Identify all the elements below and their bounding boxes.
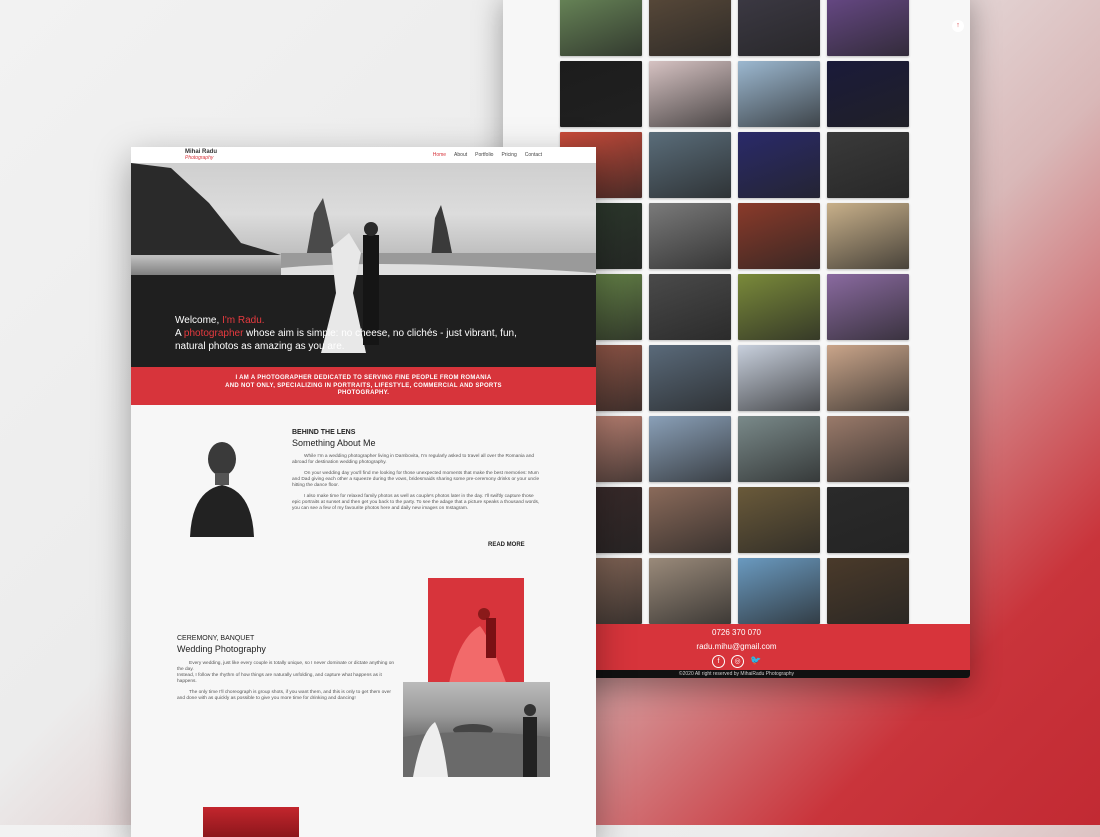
wedding-paragraph-1a: Every wedding, just like every couple is…: [177, 661, 395, 672]
gallery-photo[interactable]: [738, 558, 820, 624]
gallery-photo[interactable]: [827, 274, 909, 340]
twitter-icon[interactable]: 🐦: [750, 655, 761, 666]
about-eyebrow: BEHIND THE LENS: [292, 429, 356, 436]
gallery-photo[interactable]: [649, 416, 731, 482]
wedding-paragraph: Every wedding, just like every couple is…: [177, 661, 397, 685]
banner-line-3: PHOTOGRAPHY.: [337, 390, 390, 396]
gallery-photo[interactable]: [738, 345, 820, 411]
hero-line2-rest: whose aim is simple: no cheese, no clich…: [243, 328, 517, 339]
photographer-portrait: [186, 429, 258, 537]
gallery-photo[interactable]: [649, 0, 731, 56]
portfolio-gallery: [560, 0, 910, 624]
gallery-photo[interactable]: [649, 274, 731, 340]
gallery-photo[interactable]: [649, 487, 731, 553]
gallery-photo[interactable]: [649, 132, 731, 198]
wedding-paragraph: The only time I'll choreograph is group …: [177, 690, 391, 701]
hero-tagline: A photographer whose aim is simple: no c…: [175, 328, 517, 339]
gallery-photo[interactable]: [827, 416, 909, 482]
gallery-photo[interactable]: [560, 0, 642, 56]
read-more-link[interactable]: READ MORE: [488, 542, 525, 548]
nav-portfolio[interactable]: Portfolio: [475, 152, 493, 158]
hero-tagline-end: natural photos as amazing as you are.: [175, 341, 345, 352]
hero-line2-accent: photographer: [183, 328, 244, 339]
gallery-photo[interactable]: [649, 203, 731, 269]
navbar: Mihai Radu Photography Home About Portfo…: [131, 147, 596, 163]
facebook-icon[interactable]: f: [712, 655, 725, 668]
about-body: While I'm a wedding photographer living …: [292, 454, 542, 517]
nav-home[interactable]: Home: [433, 152, 446, 158]
hero-welcome-prefix: Welcome,: [175, 315, 223, 326]
wedding-paragraph-1b: Instead, I follow the rhythm of how thin…: [177, 673, 382, 684]
about-paragraph: I also make time for relaxed family phot…: [292, 494, 540, 511]
gallery-photo[interactable]: [560, 61, 642, 127]
gallery-photo[interactable]: [827, 61, 909, 127]
nav-about[interactable]: About: [454, 152, 467, 158]
gallery-photo[interactable]: [827, 345, 909, 411]
gallery-photo[interactable]: [827, 558, 909, 624]
gallery-photo[interactable]: [827, 487, 909, 553]
wedding-body: Every wedding, just like every couple is…: [177, 661, 397, 707]
intro-banner: I AM A PHOTOGRAPHER DEDICATED TO SERVING…: [131, 367, 596, 405]
hero-welcome: Welcome, I'm Radu.: [175, 315, 265, 326]
gallery-photo[interactable]: [738, 416, 820, 482]
gallery-photo[interactable]: [738, 0, 820, 56]
instagram-icon[interactable]: ◎: [731, 655, 744, 668]
gallery-photo[interactable]: [738, 274, 820, 340]
site-logo[interactable]: Mihai Radu Photography: [185, 149, 217, 161]
gallery-photo[interactable]: [738, 61, 820, 127]
banner-line-2: AND NOT ONLY, SPECIALIZING IN PORTRAITS,…: [225, 382, 502, 389]
nav-pricing[interactable]: Pricing: [501, 152, 516, 158]
about-paragraph: While I'm a wedding photographer living …: [292, 454, 535, 465]
hero-image: Welcome, I'm Radu. A photographer whose …: [131, 163, 596, 367]
wedding-photo-red: [428, 578, 524, 699]
gallery-photo[interactable]: [738, 487, 820, 553]
gallery-photo[interactable]: [649, 345, 731, 411]
about-title: Something About Me: [292, 438, 376, 448]
gallery-photo[interactable]: [827, 132, 909, 198]
gallery-photo[interactable]: [649, 61, 731, 127]
back-to-top-button[interactable]: ↑: [952, 20, 964, 32]
gallery-photo[interactable]: [827, 203, 909, 269]
wedding-title: Wedding Photography: [177, 644, 266, 654]
gallery-photo[interactable]: [738, 132, 820, 198]
banner-line-1: I AM A PHOTOGRAPHER DEDICATED TO SERVING…: [235, 375, 492, 381]
next-section-photo: [203, 807, 299, 837]
wedding-photo-bw: [403, 682, 550, 777]
gallery-photo[interactable]: [649, 558, 731, 624]
gallery-photo[interactable]: [738, 203, 820, 269]
home-page-window: Mihai Radu Photography Home About Portfo…: [131, 147, 596, 837]
about-paragraph: On your wedding day you'll find me looki…: [292, 471, 540, 488]
hero-line2-prefix: A: [175, 328, 184, 339]
nav-contact[interactable]: Contact: [525, 152, 542, 158]
gallery-photo[interactable]: [827, 0, 909, 56]
hero-welcome-name: I'm Radu.: [222, 315, 265, 326]
wedding-eyebrow: CEREMONY, BANQUET: [177, 635, 255, 642]
logo-tagline: Photography: [185, 155, 214, 161]
nav-menu: Home About Portfolio Pricing Contact: [433, 152, 542, 158]
